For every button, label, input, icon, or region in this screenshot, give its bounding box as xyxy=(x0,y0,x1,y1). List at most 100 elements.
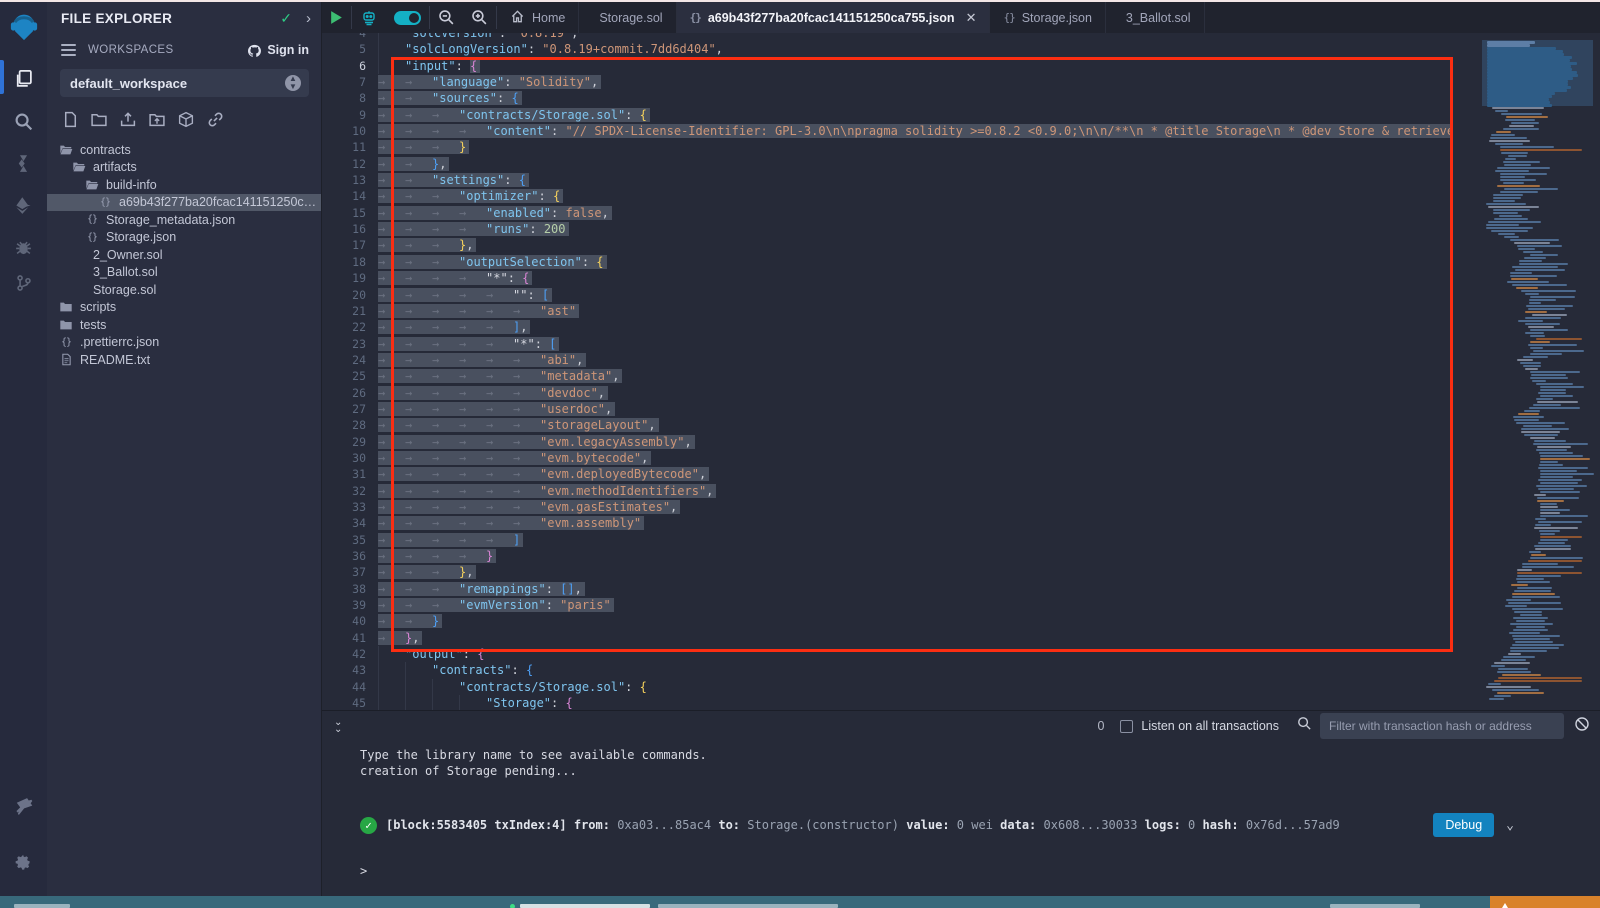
json-braces-icon: {} xyxy=(690,11,701,24)
upload-file-icon[interactable] xyxy=(119,111,137,133)
code-editor[interactable]: 4→"solcVersion": "0.8.19",5→"solcLongVer… xyxy=(322,33,1600,710)
transaction-log-row[interactable]: ✓ [block:5583405 txIndex:4] from: 0xa03.… xyxy=(360,813,1600,837)
tree-item-a69b43f277ba20fcac141151250ca7-[interactable]: {}a69b43f277ba20fcac141151250ca7... xyxy=(47,194,321,212)
workspace-stepper-icon[interactable]: ▲▼ xyxy=(285,75,301,91)
line-number: 27 xyxy=(322,401,376,417)
collapse-terminal-icon[interactable]: ⌄⌄ xyxy=(334,719,342,733)
settings-icon[interactable] xyxy=(0,848,47,878)
code-line-18: 18→→→"outputSelection": { xyxy=(322,254,1452,270)
terminal-output[interactable]: Type the library name to see available c… xyxy=(322,741,1600,879)
tab-3-ballot-sol[interactable]: 3_Ballot.sol xyxy=(1106,2,1205,33)
code-line-39: 39→→→"evmVersion": "paris" xyxy=(322,597,1452,613)
tab-label: a69b43f277ba20fcac141151250ca755.json xyxy=(708,11,955,25)
tab-home[interactable]: Home xyxy=(497,2,579,33)
deploy-and-run-icon[interactable] xyxy=(0,190,47,220)
upload-folder-icon[interactable] xyxy=(148,111,166,133)
code-line-20: 20→→→→→"": [ xyxy=(322,287,1452,303)
line-number: 22 xyxy=(322,319,376,335)
expand-transaction-icon[interactable]: ⌄ xyxy=(1506,818,1514,833)
ai-copilot-icon[interactable] xyxy=(352,2,386,33)
zoom-out-icon[interactable] xyxy=(430,2,463,33)
line-number: 32 xyxy=(322,483,376,499)
chevron-right-icon[interactable]: › xyxy=(306,10,311,27)
clear-console-icon[interactable] xyxy=(1574,716,1590,737)
tree-item-label: a69b43f277ba20fcac141151250ca7... xyxy=(119,195,321,209)
template-cube-icon[interactable] xyxy=(177,111,195,133)
terminal-search-icon[interactable] xyxy=(1297,716,1312,736)
line-number: 4 xyxy=(322,33,376,41)
close-tab-icon[interactable]: ✕ xyxy=(966,10,977,26)
line-number: 42 xyxy=(322,646,376,662)
tree-item-build-info[interactable]: build-info xyxy=(47,176,321,194)
line-number: 11 xyxy=(322,139,376,155)
line-number: 17 xyxy=(322,237,376,253)
tree-item-3-ballot-sol[interactable]: 3_Ballot.sol xyxy=(47,264,321,282)
code-line-4: 4→"solcVersion": "0.8.19", xyxy=(322,33,1452,41)
tree-item-label: scripts xyxy=(80,300,116,314)
tree-item-label: .prettierrc.json xyxy=(80,335,159,349)
git-icon[interactable] xyxy=(0,268,47,298)
tree-item-2-owner-sol[interactable]: 2_Owner.sol xyxy=(47,246,321,264)
code-line-30: 30→→→→→→"evm.bytecode", xyxy=(322,450,1452,466)
line-number: 21 xyxy=(322,303,376,319)
minimap[interactable] xyxy=(1482,33,1593,710)
solidity-compiler-icon[interactable] xyxy=(0,148,47,178)
listen-transactions-checkbox[interactable] xyxy=(1120,720,1133,733)
code-line-28: 28→→→→→→"storageLayout", xyxy=(322,417,1452,433)
code-line-36: 36→→→→} xyxy=(322,548,1452,564)
terminal-line: Type the library name to see available c… xyxy=(360,747,1600,763)
file-tree: contractsartifactsbuild-info{}a69b43f277… xyxy=(47,141,321,369)
tab-storage-json[interactable]: {}Storage.json xyxy=(990,2,1105,33)
tree-item-storage-metadata-json[interactable]: {}Storage_metadata.json xyxy=(47,211,321,229)
plugin-manager-icon[interactable] xyxy=(0,790,47,820)
debug-button[interactable]: Debug xyxy=(1433,813,1494,837)
run-script-button[interactable] xyxy=(322,2,351,33)
file-explorer-icon[interactable] xyxy=(0,64,47,94)
transaction-filter-input[interactable] xyxy=(1320,713,1564,739)
github-sign-in-button[interactable]: Sign in xyxy=(247,43,309,57)
new-folder-icon[interactable] xyxy=(90,111,108,133)
remix-logo-icon[interactable] xyxy=(0,12,47,42)
zoom-in-icon[interactable] xyxy=(463,2,496,33)
listen-transactions-label: Listen on all transactions xyxy=(1141,719,1279,733)
line-number: 38 xyxy=(322,581,376,597)
ai-copilot-toggle[interactable] xyxy=(386,2,429,33)
folder-open-icon xyxy=(72,160,86,174)
line-number: 44 xyxy=(322,679,376,695)
tree-item-storage-json[interactable]: {}Storage.json xyxy=(47,229,321,247)
tree-item-scripts[interactable]: scripts xyxy=(47,299,321,317)
scam-alert-badge[interactable] xyxy=(1490,896,1600,908)
link-icon[interactable] xyxy=(206,111,225,133)
tree-item-storage-sol[interactable]: Storage.sol xyxy=(47,281,321,299)
folder-icon xyxy=(59,300,73,314)
code-line-26: 26→→→→→→"devdoc", xyxy=(322,385,1452,401)
editor-tab-strip: HomeStorage.sol {} a69b43f277ba20fcac14115… xyxy=(322,2,1600,33)
line-number: 8 xyxy=(322,90,376,106)
tree-item-artifacts[interactable]: artifacts xyxy=(47,159,321,177)
tree-item--prettierrc-json[interactable]: {}.prettierrc.json xyxy=(47,334,321,352)
code-line-14: 14→→→"optimizer": { xyxy=(322,188,1452,204)
tree-item-label: README.txt xyxy=(80,353,150,367)
line-number: 25 xyxy=(322,368,376,384)
code-line-15: 15→→→→"enabled": false, xyxy=(322,205,1452,221)
terminal-prompt[interactable]: > xyxy=(360,863,1600,879)
tree-item-readme-txt[interactable]: README.txt xyxy=(47,351,321,369)
line-number: 12 xyxy=(322,156,376,172)
code-line-44: 44→→→"contracts/Storage.sol": { xyxy=(322,679,1452,695)
search-icon[interactable] xyxy=(0,106,47,136)
network-status-dot xyxy=(510,904,515,908)
workspace-dropdown[interactable]: default_workspace ▲▼ xyxy=(60,69,309,97)
new-file-icon[interactable] xyxy=(62,111,79,133)
tab-a69b43f277ba20fcac141151250ca755-json[interactable]: {} a69b43f277ba20fcac141151250ca755.json ✕ xyxy=(677,2,991,33)
tree-item-tests[interactable]: tests xyxy=(47,316,321,334)
transaction-count-badge: 0 xyxy=(1097,719,1104,733)
code-line-11: 11→→→} xyxy=(322,139,1452,155)
tree-item-contracts[interactable]: contracts xyxy=(47,141,321,159)
workspace-menu-icon[interactable] xyxy=(61,41,76,59)
debugger-icon[interactable] xyxy=(0,232,47,262)
code-line-24: 24→→→→→→"abi", xyxy=(322,352,1452,368)
code-line-10: 10→→→→"content": "// SPDX-License-Identi… xyxy=(322,123,1452,139)
tab-storage-sol[interactable]: Storage.sol xyxy=(579,2,676,33)
line-number: 31 xyxy=(322,466,376,482)
code-line-42: 42→"output": { xyxy=(322,646,1452,662)
